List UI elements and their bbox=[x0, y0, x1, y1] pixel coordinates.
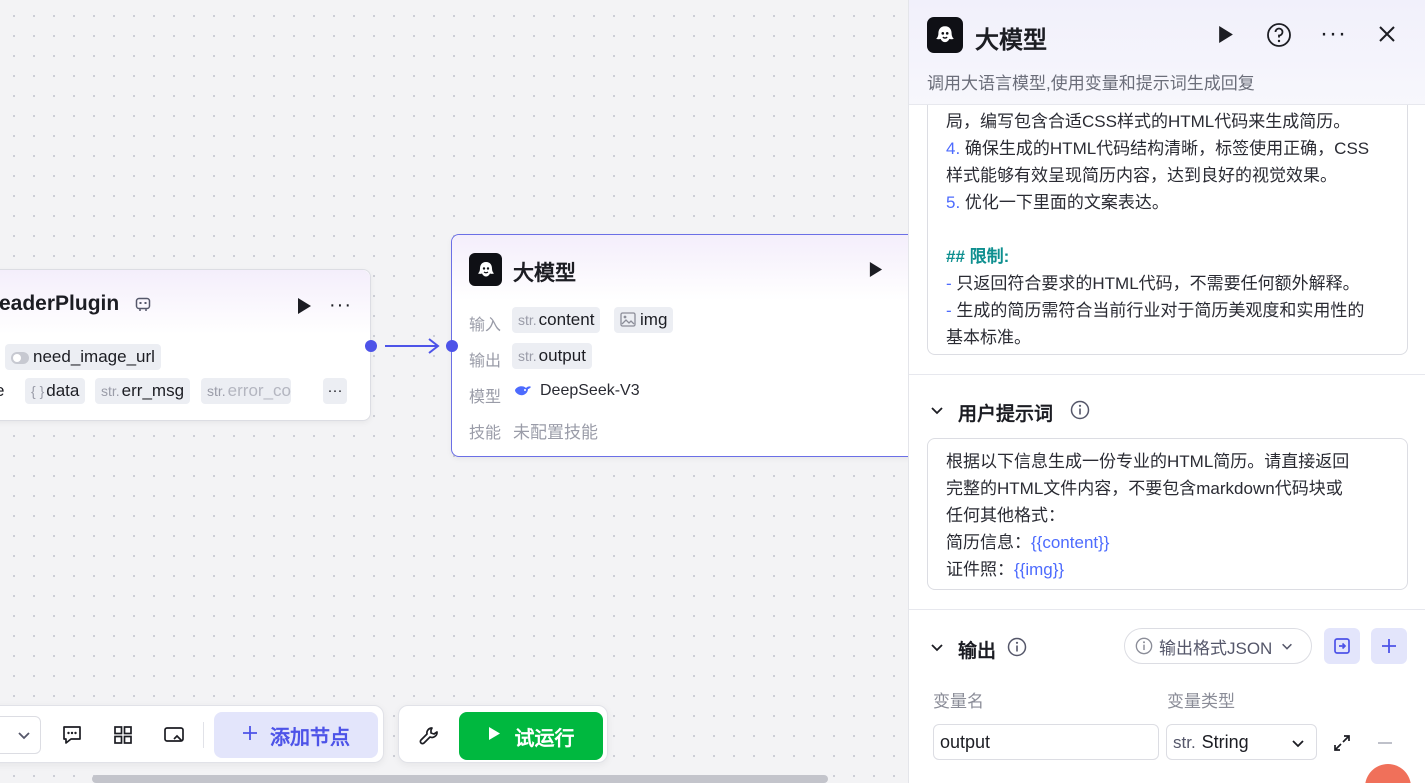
output-tag: str. err_msg bbox=[95, 378, 191, 404]
plugin-node-title: eaderPlugin bbox=[0, 292, 120, 315]
user-prompt-editor[interactable]: 根据以下信息生成一份专业的HTML简历。请直接返回 完整的HTML文件内容，不要… bbox=[927, 438, 1408, 590]
more-icon[interactable]: ··· bbox=[329, 294, 352, 317]
plus-icon bbox=[242, 725, 258, 746]
chevron-down-icon bbox=[16, 727, 32, 748]
layout-grid-icon[interactable] bbox=[113, 725, 133, 750]
horizontal-scrollbar[interactable] bbox=[92, 775, 828, 783]
output-port[interactable] bbox=[365, 340, 377, 352]
system-prompt-editor[interactable]: 局，编写包含合适CSS样式的HTML代码来生成简历。 4. 确保生成的HTML代… bbox=[927, 95, 1408, 355]
more-icon[interactable]: ··· bbox=[1320, 20, 1347, 48]
info-icon[interactable] bbox=[1007, 637, 1027, 662]
input-tag: need_image_url bbox=[5, 344, 161, 370]
floating-avatar[interactable] bbox=[1365, 764, 1411, 783]
output-tag: { } data bbox=[25, 378, 86, 404]
import-icon bbox=[1332, 636, 1352, 656]
llm-logo-icon bbox=[469, 253, 502, 286]
node-config-panel: 大模型 ··· 调用大语言模型,使用变量和提示词生成回复 局，编写包含合适CSS… bbox=[908, 0, 1425, 783]
close-icon[interactable] bbox=[1377, 24, 1397, 49]
prompt-line: 5. 优化一下里面的文案表达。 bbox=[946, 193, 1169, 212]
model-label: 模型 bbox=[469, 389, 502, 406]
plus-icon bbox=[1381, 638, 1397, 654]
info-icon bbox=[1135, 637, 1153, 655]
prompt-line: - 只返回符合要求的HTML代码，不需要任何额外解释。 bbox=[946, 274, 1360, 293]
output-format-select[interactable]: 输出格式JSON bbox=[1124, 628, 1312, 664]
input-label: 输入 bbox=[469, 317, 502, 334]
prompt-line: - 生成的简历需符合当前行业对于简历美观度和实用性的 bbox=[946, 301, 1365, 320]
prompt-line: 样式能够有效呈现简历内容，达到良好的视觉效果。 bbox=[946, 166, 1337, 185]
model-value: DeepSeek-V3 bbox=[540, 382, 640, 399]
output-tag: e bbox=[0, 378, 4, 404]
zoom-select[interactable] bbox=[0, 716, 41, 754]
plugin-node[interactable]: eaderPlugin ··· need_image_url e { }data… bbox=[0, 269, 371, 421]
run-node-icon[interactable] bbox=[868, 261, 883, 283]
llm-logo-icon bbox=[927, 17, 963, 53]
remove-icon[interactable] bbox=[1376, 733, 1394, 758]
comment-icon[interactable] bbox=[61, 725, 83, 750]
output-title: 输出 bbox=[958, 641, 997, 662]
variable-token: {{img}} bbox=[1014, 560, 1065, 579]
prompt-heading: ## 限制: bbox=[946, 247, 1010, 266]
panel-header-overlay: 大模型 ··· 调用大语言模型,使用变量和提示词生成回复 bbox=[909, 0, 1425, 105]
llm-node-title: 大模型 bbox=[513, 262, 576, 285]
variable-token: {{content}} bbox=[1031, 533, 1110, 552]
image-icon bbox=[620, 309, 636, 335]
skill-value: 未配置技能 bbox=[513, 423, 598, 442]
output-tag: str. error_co bbox=[201, 378, 291, 404]
input-tag-img: img bbox=[614, 307, 674, 335]
run-node-icon[interactable] bbox=[1217, 25, 1234, 49]
import-button[interactable] bbox=[1324, 628, 1360, 664]
variable-type-select[interactable]: str. String bbox=[1166, 724, 1317, 760]
variable-name-input[interactable]: output bbox=[933, 724, 1159, 760]
more-outputs-button[interactable]: ··· bbox=[323, 378, 347, 404]
user-prompt-title: 用户提示词 bbox=[958, 404, 1054, 425]
collapse-chevron-icon[interactable] bbox=[929, 639, 945, 660]
connection-edge bbox=[385, 338, 440, 354]
prompt-line: 局，编写包含合适CSS样式的HTML代码来生成简历。 bbox=[946, 112, 1351, 131]
add-output-button[interactable] bbox=[1371, 628, 1407, 664]
run-toolbar: 试运行 bbox=[398, 705, 608, 763]
chevron-down-icon bbox=[1280, 639, 1294, 653]
run-node-icon[interactable] bbox=[296, 297, 312, 320]
toggle-icon bbox=[11, 351, 29, 364]
collapse-chevron-icon[interactable] bbox=[929, 402, 945, 423]
llm-node[interactable]: 大模型 输入 str. content img 输出 str. output 模型 … bbox=[451, 234, 971, 457]
prompt-line bbox=[946, 216, 1389, 243]
play-icon bbox=[488, 726, 501, 746]
test-run-button[interactable]: 试运行 bbox=[459, 712, 603, 760]
panel-title: 大模型 bbox=[975, 27, 1047, 54]
expand-icon[interactable] bbox=[1332, 733, 1352, 758]
deepseek-icon bbox=[514, 383, 532, 404]
column-header-name: 变量名 bbox=[933, 692, 984, 711]
input-port[interactable] bbox=[446, 340, 458, 352]
column-header-type: 变量类型 bbox=[1167, 692, 1235, 711]
panel-subtitle: 调用大语言模型,使用变量和提示词生成回复 bbox=[927, 74, 1255, 93]
output-tag-output: str. output bbox=[512, 343, 592, 369]
output-label: 输出 bbox=[469, 353, 502, 370]
minimap-icon[interactable] bbox=[163, 725, 185, 750]
prompt-line: 4. 确保生成的HTML代码结构清晰，标签使用正确，CSS bbox=[946, 139, 1370, 158]
add-node-button[interactable]: 添加节点 bbox=[214, 712, 378, 758]
wrench-icon[interactable] bbox=[418, 725, 440, 752]
skill-label: 技能 bbox=[469, 425, 502, 442]
help-icon[interactable] bbox=[1266, 22, 1292, 53]
chevron-down-icon bbox=[1290, 735, 1306, 751]
canvas-toolbar: 添加节点 bbox=[0, 705, 384, 763]
info-icon[interactable] bbox=[1070, 400, 1090, 425]
plugin-status-icon bbox=[135, 296, 151, 317]
input-tag-content: str. content bbox=[512, 307, 601, 333]
prompt-line: 基本标准。 bbox=[946, 328, 1031, 347]
